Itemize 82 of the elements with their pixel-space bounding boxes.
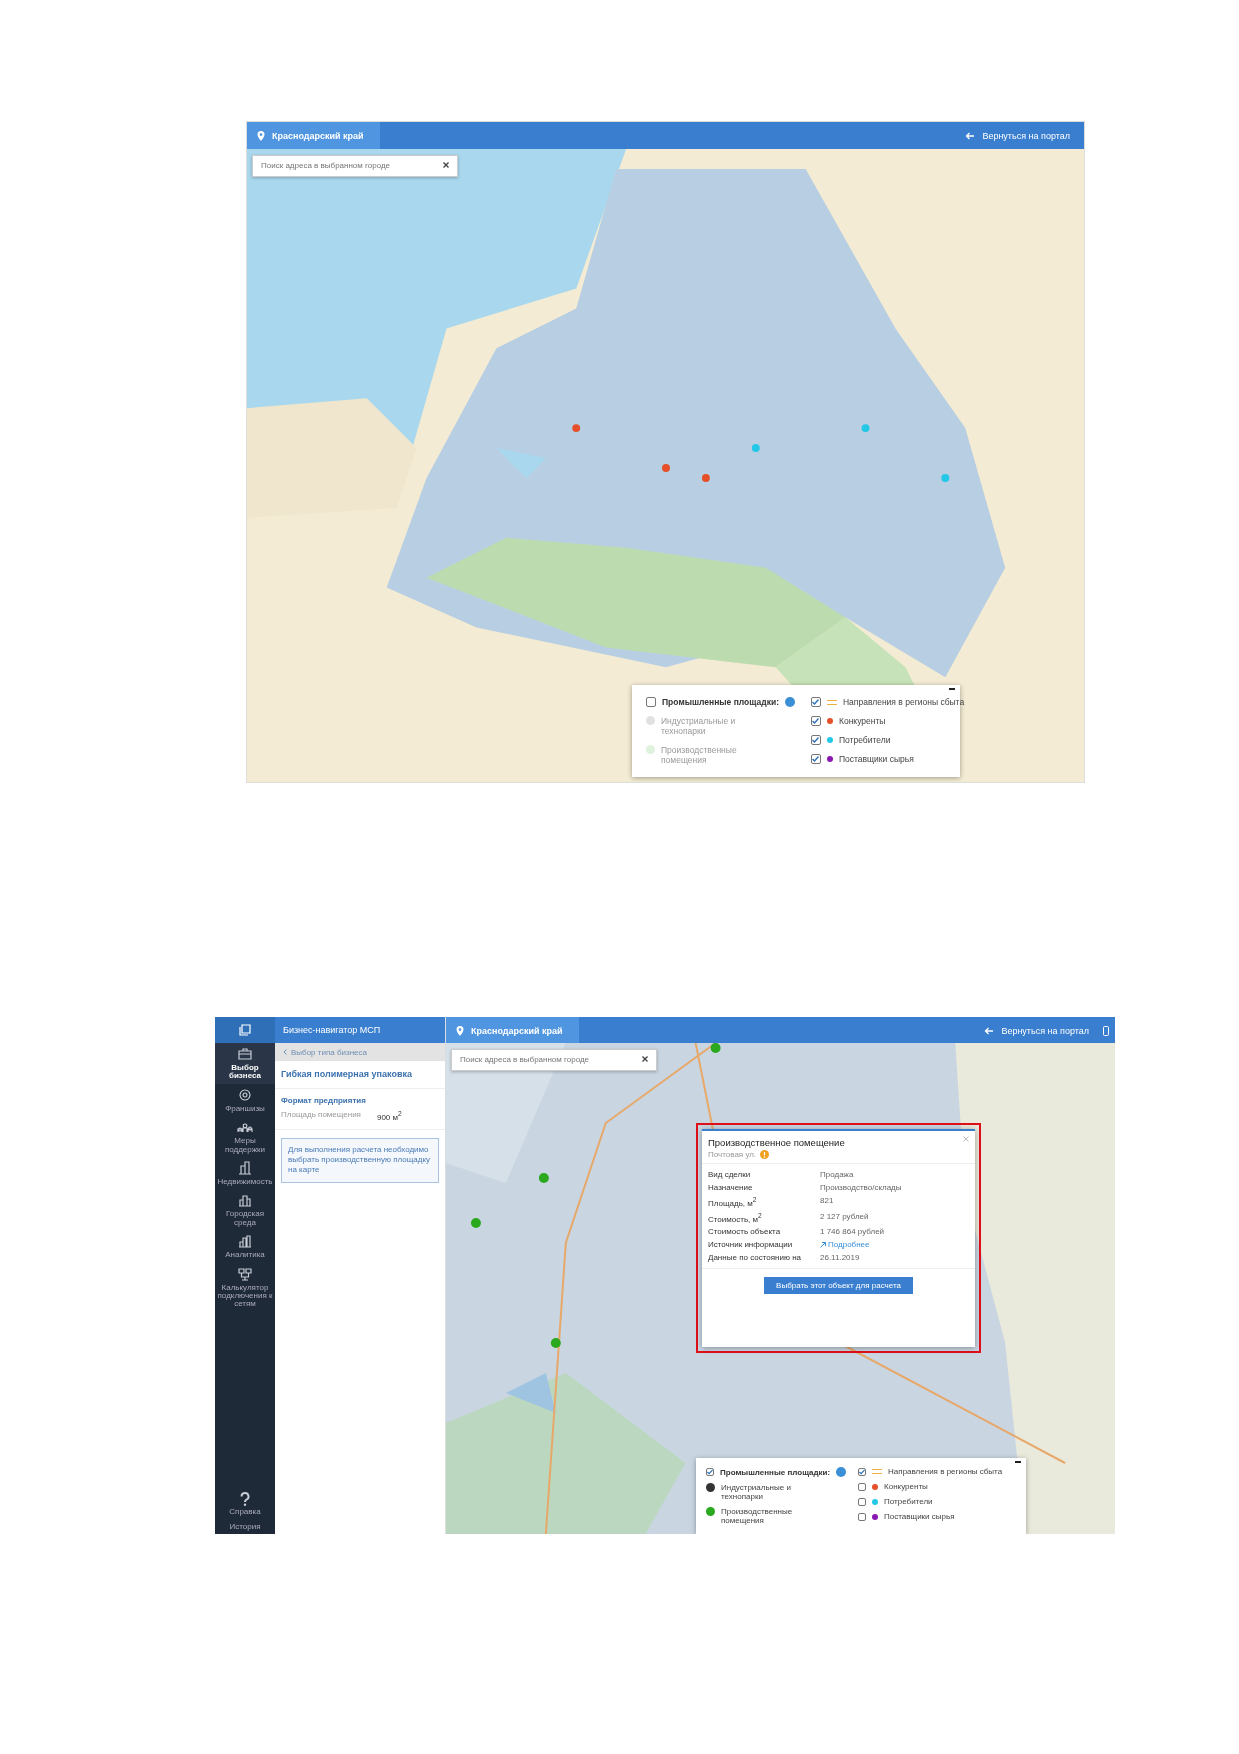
checkbox[interactable] [810, 735, 821, 745]
checkbox[interactable] [646, 697, 656, 707]
marker-icon [706, 1507, 715, 1516]
legend-label: Конкуренты [884, 1482, 928, 1491]
row-value: 1 746 864 рублей [820, 1227, 886, 1237]
legend-label: Поставщики сырья [838, 754, 914, 764]
field-value: 900 м$^{2}$ [376, 1110, 402, 1122]
legend-label: Поставщики сырья [884, 1512, 955, 1521]
phone-icon[interactable] [1103, 1025, 1109, 1036]
nav-item[interactable]: Выбор бизнеса [215, 1043, 275, 1084]
search-field[interactable]: Поиск адреса в выбранном городе [252, 154, 458, 177]
legend-label: Индустриальные и технопарки [661, 716, 737, 736]
field-label: Площадь помещения [281, 1110, 361, 1121]
legend-label: Промышленные площадки: [720, 1467, 831, 1477]
row-value: Производство/склады [820, 1183, 903, 1192]
legend-label: Направления в регионы сбыта [888, 1467, 1003, 1476]
chevron-left-icon [283, 1049, 287, 1055]
legend-label: Индустриальные и технопарки [721, 1483, 792, 1501]
info-icon [760, 1150, 770, 1159]
select-button[interactable]: Выбрать этот объект для расчета [764, 1277, 913, 1295]
external-link-icon [820, 1241, 826, 1248]
row-label: Стоимость, м$^{2}$ [708, 1211, 763, 1224]
checkbox[interactable] [858, 1467, 867, 1476]
section-title: Формат предприятия [281, 1096, 367, 1105]
back-link[interactable]: Вернуться на портал [965, 130, 1084, 141]
legend-label: Потребители [838, 735, 891, 745]
row-value: 2 127 рублей [820, 1211, 870, 1223]
checkbox[interactable] [810, 697, 821, 707]
region-label: Краснодарский край [471, 1025, 563, 1036]
legend-label: Конкуренты [838, 716, 886, 726]
row-label: Стоимость объекта [708, 1227, 782, 1237]
nav-item[interactable]: История [215, 1519, 275, 1534]
row-label: Источник информации [708, 1240, 794, 1250]
close-icon[interactable] [642, 1056, 648, 1062]
details-link[interactable]: Подробнее [820, 1240, 969, 1250]
legend-label: Потребители [884, 1497, 933, 1506]
nav-item[interactable]: Справка [215, 1489, 275, 1520]
app-title: Бизнес-навигатор МСП [275, 1017, 445, 1043]
checkbox[interactable] [858, 1497, 867, 1506]
nav-item[interactable]: Аналитика [215, 1230, 275, 1263]
nav-item[interactable]: Городская среда [215, 1189, 275, 1231]
windows-icon [239, 1024, 251, 1036]
checkbox[interactable] [810, 754, 821, 764]
nav-item[interactable]: Недвижимость [215, 1156, 275, 1190]
address-text: Почтовая ул. [708, 1150, 757, 1159]
row-label: Назначение [708, 1183, 754, 1192]
checkbox[interactable] [706, 1468, 714, 1476]
checkbox[interactable] [858, 1512, 867, 1521]
network-icon [237, 1265, 253, 1282]
marker-icon [706, 1483, 715, 1492]
arrow-left-icon [965, 131, 976, 140]
business-title: Гибкая полимерная упаковка [275, 1061, 445, 1089]
search-field[interactable]: Поиск адреса в выбранном городе [451, 1048, 657, 1071]
nav-item[interactable]: Калькулятор подключения к сетям [215, 1262, 275, 1312]
row-value: 26.11.2019 [820, 1253, 861, 1263]
legend-label: Производственные помещения [661, 745, 738, 765]
briefcase-icon [237, 1046, 253, 1062]
row-label: Данные по состоянию на [708, 1253, 802, 1263]
marker-icon [646, 745, 655, 754]
nav-item[interactable]: Меры поддержки [215, 1116, 275, 1157]
region-label: Краснодарский край [272, 130, 364, 141]
arrow-left-icon [984, 1026, 995, 1035]
row-value: Продажа [820, 1170, 855, 1179]
marker-icon [646, 716, 655, 725]
legend-label: Производственные помещения [721, 1507, 794, 1525]
row-label: Площадь, м$^{2}$ [708, 1196, 758, 1208]
pin-icon [257, 130, 265, 141]
city-icon [237, 1192, 253, 1209]
nav-item[interactable]: Франшизы [215, 1083, 275, 1117]
legend-label: Направления в регионы сбыта [842, 697, 965, 707]
row-label: Вид сделки [708, 1170, 752, 1179]
checkbox[interactable] [858, 1482, 867, 1491]
row-value: 821 [820, 1196, 835, 1207]
legend-label: Промышленные площадки: [662, 697, 779, 707]
popup-title: Производственное помещение [708, 1137, 846, 1148]
chart-icon [237, 1233, 253, 1250]
close-icon[interactable] [443, 162, 449, 168]
back-link[interactable]: Вернуться на портал [984, 1025, 1103, 1036]
building-icon [237, 1159, 253, 1176]
notice-message: Для выполнения расчета необходимо выбрать производственную площадку на карте [281, 1137, 439, 1183]
pin-icon [456, 1025, 464, 1036]
checkbox[interactable] [810, 716, 821, 726]
